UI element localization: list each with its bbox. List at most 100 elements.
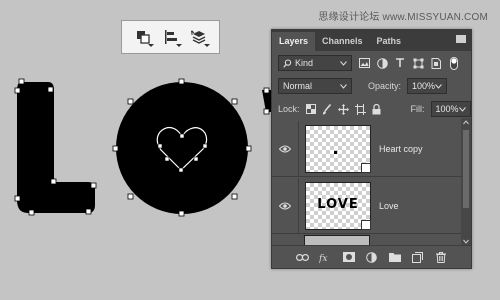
link-icon [296, 253, 309, 261]
layer-row-love[interactable]: LOVE Love [272, 178, 463, 234]
lock-image-pixels-button[interactable] [322, 103, 332, 115]
letter-l-shape [17, 82, 95, 213]
mask-icon [342, 252, 355, 262]
anchor-point [18, 78, 25, 85]
anchor-point [127, 193, 134, 200]
letter-o-circle [116, 82, 248, 214]
layers-scrollbar[interactable] [461, 118, 471, 246]
chevron-down-icon [340, 60, 347, 66]
path-arrangement-icon [190, 30, 205, 44]
new-adjustment-layer-button[interactable] [365, 251, 378, 264]
anchor-point [178, 167, 184, 173]
tab-paths[interactable]: Paths [370, 32, 409, 51]
chevron-down-icon [463, 239, 469, 244]
svg-text:fx: fx [319, 254, 327, 263]
fill-field[interactable]: 100% [430, 101, 471, 117]
anchor-point [28, 209, 35, 216]
opacity-label: Opacity: [368, 81, 402, 91]
path-alignment-button[interactable] [160, 26, 182, 48]
anchor-point [202, 143, 208, 149]
trash-icon [435, 251, 446, 263]
fx-icon: fx [319, 254, 327, 263]
chevron-down-icon [340, 83, 347, 89]
opacity-field[interactable]: 100% [407, 78, 448, 94]
folder-icon [388, 253, 401, 262]
watermark: 思缘设计论坛 www.MISSYUAN.COM [318, 12, 488, 23]
lock-transparent-pixels-button[interactable] [305, 103, 316, 115]
path-options-toolbar [121, 20, 220, 54]
layer-thumbnail: LOVE [305, 181, 371, 230]
panel-menu-icon[interactable] [456, 35, 466, 43]
anchor-point [231, 193, 238, 200]
anchor-point [127, 98, 134, 105]
layer-visibility-toggle[interactable] [272, 121, 299, 176]
tab-channels[interactable]: Channels [315, 32, 370, 51]
anchor-point [263, 87, 270, 94]
brush-icon [322, 103, 331, 114]
toggle-icon [450, 56, 458, 70]
anchor-point [157, 143, 163, 149]
filter-adjustment-button[interactable] [376, 57, 388, 69]
checkerboard-icon [305, 104, 316, 114]
tab-layers[interactable]: Layers [272, 32, 316, 51]
layers-panel: Layers Channels Paths Kind Normal Opacit… [271, 29, 472, 269]
add-mask-button[interactable] [342, 251, 355, 264]
layers-footer: fx [272, 245, 471, 268]
layer-thumbnail-text: LOVE [317, 196, 359, 212]
lock-label: Lock: [278, 104, 300, 114]
anchor-point [112, 145, 119, 152]
anchor-point [178, 210, 185, 217]
chevron-up-icon [463, 120, 469, 125]
artboard-icon [354, 103, 366, 115]
path-alignment-icon [164, 30, 177, 44]
filter-kind-label: Kind [295, 58, 314, 68]
chevron-down-icon [435, 83, 442, 89]
new-group-button[interactable] [388, 251, 401, 264]
lock-all-button[interactable] [372, 103, 381, 115]
layer-filter-kind-dropdown[interactable]: Kind [278, 55, 352, 71]
new-layer-button[interactable] [411, 251, 424, 264]
path-operations-button[interactable] [132, 26, 154, 48]
filter-toggle-button[interactable] [448, 56, 460, 70]
search-icon [283, 58, 292, 68]
filter-pixel-button[interactable] [358, 57, 370, 69]
lock-artboard-button[interactable] [354, 103, 366, 115]
layer-thumbnail [305, 124, 371, 173]
layer-name[interactable]: Heart copy [379, 144, 423, 154]
filter-type-button[interactable] [394, 57, 406, 69]
delete-layer-button[interactable] [434, 251, 447, 264]
layer-visibility-toggle[interactable] [272, 178, 299, 233]
filter-shape-button[interactable] [412, 57, 424, 69]
filter-smart-object-button[interactable] [430, 57, 442, 69]
lock-position-button[interactable] [337, 103, 349, 115]
fill-label: Fill: [410, 104, 425, 114]
anchor-point [164, 156, 170, 162]
vector-mask-badge-icon [361, 162, 371, 173]
type-icon [396, 58, 404, 67]
link-layers-button[interactable] [296, 251, 309, 264]
layer-style-button[interactable]: fx [319, 251, 332, 264]
path-operations-icon [136, 31, 150, 44]
adjustment-icon [366, 251, 377, 263]
anchor-point [47, 86, 54, 93]
layers-list: Heart copy LOVE Love [272, 118, 463, 246]
chevron-down-icon [458, 106, 466, 112]
smart-object-icon [431, 57, 441, 69]
image-icon [358, 58, 370, 68]
vector-mask-badge-icon [361, 219, 371, 230]
eye-icon [279, 202, 291, 209]
path-arrangement-button[interactable] [188, 26, 210, 48]
blend-mode-dropdown[interactable]: Normal [278, 78, 352, 94]
anchor-point [14, 87, 21, 94]
anchor-point [50, 178, 57, 185]
panel-tab-bar: Layers Channels Paths [272, 30, 471, 51]
lock-icon [372, 103, 381, 114]
layer-name[interactable]: Love [379, 201, 399, 211]
heart-thumbnail-dot [334, 150, 337, 154]
anchor-point [231, 98, 238, 105]
anchor-point [85, 208, 92, 215]
layer-row-heart-copy[interactable]: Heart copy [272, 121, 463, 177]
anchor-point [90, 182, 97, 189]
new-layer-icon [412, 251, 423, 263]
scrollbar-thumb[interactable] [463, 130, 469, 208]
